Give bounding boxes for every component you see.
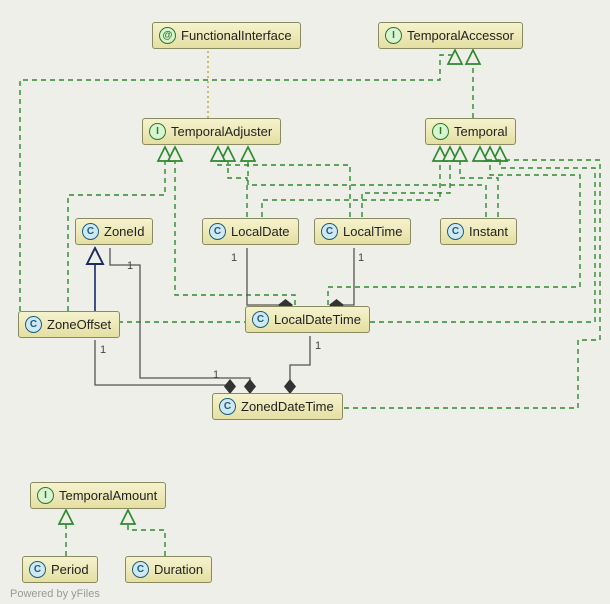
multiplicity-label: 1 [100,344,106,356]
node-label: FunctionalInterface [181,28,292,43]
node-label: LocalTime [343,224,402,239]
node-label: Temporal [454,124,507,139]
node-label: ZoneOffset [47,317,111,332]
annotation-icon: @ [159,27,176,44]
node-zoned-date-time: C ZonedDateTime [212,393,343,420]
class-icon: C [219,398,236,415]
node-label: ZonedDateTime [241,399,334,414]
class-icon: C [29,561,46,578]
class-icon: C [132,561,149,578]
footer-credit: Powered by yFiles [10,588,100,600]
interface-icon: I [149,123,166,140]
node-label: Duration [154,562,203,577]
node-label: Instant [469,224,508,239]
class-icon: C [321,223,338,240]
node-local-date-time: C LocalDateTime [245,306,370,333]
node-temporal: I Temporal [425,118,516,145]
diagram-connectors [0,0,610,604]
node-duration: C Duration [125,556,212,583]
node-temporal-adjuster: I TemporalAdjuster [142,118,281,145]
node-temporal-amount: I TemporalAmount [30,482,166,509]
node-label: TemporalAdjuster [171,124,272,139]
interface-icon: I [37,487,54,504]
interface-icon: I [385,27,402,44]
node-label: LocalDate [231,224,290,239]
class-icon: C [82,223,99,240]
multiplicity-label: 1 [315,340,321,352]
class-icon: C [25,316,42,333]
node-label: LocalDateTime [274,312,361,327]
node-label: ZoneId [104,224,144,239]
node-label: TemporalAmount [59,488,157,503]
class-icon: C [447,223,464,240]
node-label: Period [51,562,89,577]
node-period: C Period [22,556,98,583]
node-functional-interface: @ FunctionalInterface [152,22,301,49]
node-instant: C Instant [440,218,517,245]
node-label: TemporalAccessor [407,28,514,43]
multiplicity-label: 1 [127,260,133,272]
interface-icon: I [432,123,449,140]
multiplicity-label: 1 [358,252,364,264]
node-local-time: C LocalTime [314,218,411,245]
multiplicity-label: 1 [213,369,219,381]
node-local-date: C LocalDate [202,218,299,245]
node-temporal-accessor: I TemporalAccessor [378,22,523,49]
class-icon: C [252,311,269,328]
node-zone-offset: C ZoneOffset [18,311,120,338]
node-zone-id: C ZoneId [75,218,153,245]
multiplicity-label: 1 [231,252,237,264]
class-icon: C [209,223,226,240]
